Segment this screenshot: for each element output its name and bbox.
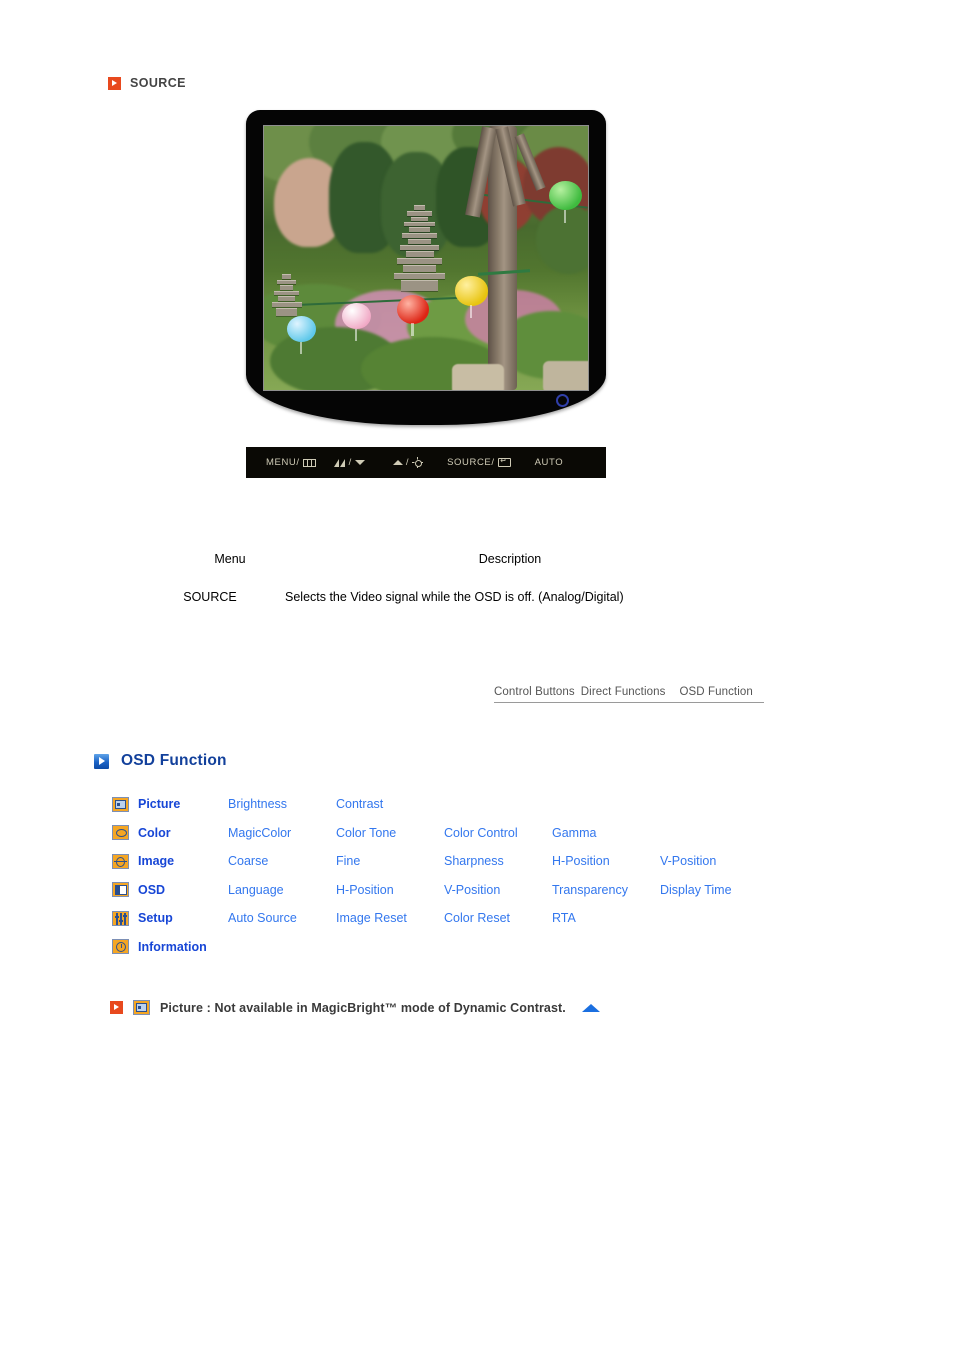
scroll-to-top-triangle-icon[interactable] (581, 1003, 600, 1012)
up-arrow-icon (392, 460, 403, 465)
osd-menu-name[interactable]: Information (138, 940, 288, 954)
osd-menu-item[interactable]: H-Position (552, 854, 660, 868)
page-title: SOURCE (130, 76, 186, 90)
garden-photo (264, 126, 588, 390)
lantern-green (549, 181, 582, 223)
auto-button[interactable]: AUTO (535, 457, 564, 468)
table-row-menu-name: SOURCE (183, 590, 237, 604)
setup-sliders-icon (112, 910, 129, 926)
footnote: Picture : Not available in MagicBright™ … (110, 1000, 600, 1015)
footnote-text: Picture : Not available in MagicBright™ … (160, 1000, 566, 1015)
osd-menu-item[interactable]: Transparency (552, 883, 660, 897)
tab-control-buttons[interactable]: Control Buttons (494, 686, 581, 699)
osd-menu-item[interactable]: Coarse (228, 854, 336, 868)
source-enter-button-label: SOURCE/ (447, 457, 495, 468)
osd-menu-item[interactable]: Auto Source (228, 911, 336, 925)
osd-row-color: Color MagicColor Color Tone Color Contro… (112, 819, 768, 848)
osd-menu-name[interactable]: Image (138, 854, 228, 868)
enter-key-icon (497, 456, 511, 467)
down-arrow-icon (354, 460, 365, 465)
osd-menu-item[interactable]: Fine (336, 854, 444, 868)
table-header-menu: Menu (214, 552, 246, 566)
auto-button-label: AUTO (534, 457, 564, 468)
source-section-heading: SOURCE (108, 76, 186, 90)
osd-row-osd: OSD Language H-Position V-Position Trans… (112, 876, 768, 905)
osd-menu-item[interactable]: V-Position (660, 854, 768, 868)
lantern-pink (341, 302, 371, 342)
osd-menu-item[interactable]: Image Reset (336, 911, 444, 925)
lantern-red (396, 294, 430, 337)
osd-row-image: Image Coarse Fine Sharpness H-Position V… (112, 847, 768, 876)
tab-direct-functions[interactable]: Direct Functions (581, 686, 672, 699)
osd-menu-item[interactable]: Color Control (444, 826, 552, 840)
monitor-bezel (246, 110, 606, 425)
magicbright-down-button-label: / (348, 457, 352, 468)
source-enter-button[interactable]: SOURCE/ (447, 456, 511, 468)
monitor-illustration (246, 110, 606, 435)
orange-play-bullet-icon (108, 76, 121, 90)
osd-function-title: OSD Function (121, 752, 227, 769)
image-icon (112, 853, 129, 869)
osd-menu-item[interactable]: Color Tone (336, 826, 444, 840)
page-root: SOURCE MENU/ / / SOURCE/ ↵ AUTO Menu Des… (0, 0, 954, 1351)
osd-menu-name[interactable]: Setup (138, 911, 228, 925)
osd-menu-item[interactable]: RTA (552, 911, 660, 925)
table-header-description: Description (478, 552, 542, 566)
picture-icon (133, 1000, 150, 1015)
osd-menu-item[interactable]: V-Position (444, 883, 552, 897)
monitor-screen (263, 125, 589, 391)
osd-menu-name[interactable]: Picture (138, 797, 228, 811)
osd-row-information: Information (112, 933, 768, 962)
osd-menu-item[interactable]: Contrast (336, 797, 444, 811)
section-tabs: Control Buttons Direct Functions OSD Fun… (494, 686, 764, 703)
monitor-control-button-bar: MENU/ / / SOURCE/ AUTO (246, 447, 606, 478)
osd-window-icon (112, 882, 129, 898)
information-clock-icon (112, 939, 129, 955)
osd-menu-item[interactable]: H-Position (336, 883, 444, 897)
osd-menu-item[interactable]: Display Time (660, 883, 768, 897)
brightness-sun-icon (412, 457, 424, 468)
orange-play-bullet-icon (110, 1001, 123, 1014)
magicbright-down-button[interactable]: / (333, 457, 365, 468)
lantern-yellow (455, 276, 488, 319)
osd-menu-item[interactable]: Language (228, 883, 336, 897)
menu-bars-icon (302, 458, 316, 467)
tab-osd-function[interactable]: OSD Function (679, 686, 758, 699)
osd-menu-item[interactable]: Brightness (228, 797, 336, 811)
osd-row-setup: Setup Auto Source Image Reset Color Rese… (112, 904, 768, 933)
osd-menu-name[interactable]: Color (138, 826, 228, 840)
blue-play-bullet-icon (94, 753, 109, 769)
menu-button-label: MENU/ (266, 457, 300, 468)
osd-menu-item[interactable]: Gamma (552, 826, 660, 840)
magicbright-icon (333, 458, 346, 467)
osd-menu-item[interactable]: MagicColor (228, 826, 336, 840)
up-brightness-button-label: / (405, 457, 410, 468)
power-led-indicator (556, 394, 569, 407)
osd-menu-matrix: Picture Brightness Contrast Color MagicC… (112, 790, 768, 961)
table-row-description: Selects the Video signal while the OSD i… (285, 590, 624, 604)
color-palette-icon (112, 825, 129, 841)
osd-menu-name[interactable]: OSD (138, 883, 228, 897)
osd-function-heading: OSD Function (94, 752, 227, 770)
osd-menu-item[interactable]: Sharpness (444, 854, 552, 868)
osd-row-picture: Picture Brightness Contrast (112, 790, 768, 819)
picture-icon (112, 796, 129, 812)
menu-button[interactable]: MENU/ (266, 457, 316, 468)
osd-menu-item[interactable]: Color Reset (444, 911, 552, 925)
up-brightness-button[interactable]: / (392, 457, 424, 468)
